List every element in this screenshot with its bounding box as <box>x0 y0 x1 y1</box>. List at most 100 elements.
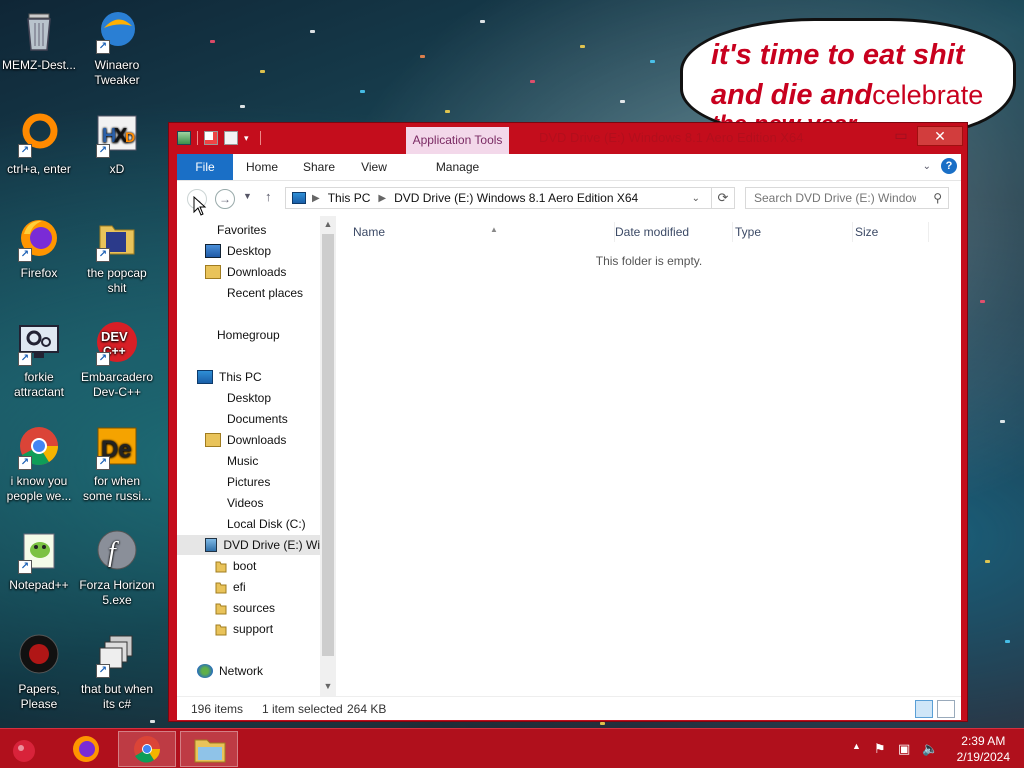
nav-dvd-boot[interactable]: boot <box>215 556 256 576</box>
tab-home[interactable]: Home <box>239 154 285 180</box>
breadcrumb-chevron-icon[interactable]: ▶ <box>378 193 386 204</box>
nav-dvd-sources[interactable]: sources <box>215 598 275 618</box>
desktop-icon-csharp[interactable]: ↗ that but when its c# <box>78 632 156 712</box>
maximize-button[interactable]: ▭ <box>887 126 915 146</box>
address-dropdown-icon[interactable]: ⌄ <box>692 193 700 204</box>
forward-button[interactable]: → <box>215 189 235 209</box>
desktop-icon-de[interactable]: De ↗ for when some russi... <box>78 424 156 504</box>
nav-label: Pictures <box>227 475 271 489</box>
navigation-pane-scrollbar[interactable]: ▲ ▼ <box>320 216 336 696</box>
nav-pc-videos[interactable]: Videos <box>227 493 263 513</box>
breadcrumb-dvd-drive[interactable]: DVD Drive (E:) Windows 8.1 Aero Edition … <box>394 191 638 205</box>
desktop-icon-winaero[interactable]: ↗ Winaero Tweaker <box>78 8 156 88</box>
nav-dvd-efi[interactable]: efi <box>215 577 246 597</box>
network-status-icon[interactable]: ▣ <box>898 741 910 757</box>
desktop-icon-notepadpp[interactable]: ↗ Notepad++ <box>0 528 78 593</box>
de-icon: De ↗ <box>94 424 140 470</box>
properties-icon[interactable] <box>204 131 218 145</box>
taskbar-chrome[interactable] <box>118 731 176 767</box>
nav-fav-recent[interactable]: Recent places <box>227 283 303 303</box>
desktop-icon-ctrl-a[interactable]: ↗ ctrl+a, enter <box>0 112 78 177</box>
nav-this-pc[interactable]: This PC <box>197 367 262 387</box>
column-label: Type <box>735 225 762 239</box>
tab-view[interactable]: View <box>353 154 395 180</box>
monitor-gear-icon: ↗ <box>16 320 62 366</box>
column-header-name[interactable]: Name ▲ <box>353 222 615 242</box>
up-button[interactable]: ↑ <box>265 189 272 204</box>
column-header-type[interactable]: Type <box>735 222 853 242</box>
nav-pc-documents[interactable]: Documents <box>227 409 288 429</box>
close-button[interactable]: ✕ <box>917 126 963 146</box>
nav-homegroup[interactable]: Homegroup <box>217 325 280 345</box>
window-titlebar[interactable]: ▾ Application Tools DVD Drive (E:) Windo… <box>169 123 967 154</box>
nav-label: Favorites <box>217 223 267 237</box>
nav-label: Videos <box>227 496 264 510</box>
search-input[interactable] <box>746 188 916 208</box>
new-folder-icon[interactable] <box>224 131 238 145</box>
nav-pc-music[interactable]: Music <box>227 451 258 471</box>
tab-manage[interactable]: Manage <box>406 154 509 180</box>
nav-pc-downloads[interactable]: Downloads <box>205 430 286 450</box>
desktop-icon-label: for when some russi... <box>82 474 151 503</box>
show-hidden-icons[interactable]: ▲ <box>852 741 861 751</box>
system-clock[interactable]: 2:39 AM 2/19/2024 <box>957 733 1010 765</box>
scroll-up-icon[interactable]: ▲ <box>320 219 336 229</box>
column-header-date-modified[interactable]: Date modified <box>615 222 733 242</box>
nav-fav-desktop[interactable]: Desktop <box>205 241 271 261</box>
breadcrumb-this-pc[interactable]: This PC <box>328 191 371 205</box>
start-button[interactable] <box>0 731 52 767</box>
recent-locations-dropdown[interactable]: ▼ <box>243 191 252 201</box>
tab-share[interactable]: Share <box>297 154 341 180</box>
desktop-icon-popcap[interactable]: ↗ the popcap shit <box>78 216 156 296</box>
desktop-icon-memz[interactable]: MEMZ-Dest... <box>0 8 78 73</box>
nav-label: Desktop <box>227 391 272 405</box>
notepadpp-icon: ↗ <box>16 528 62 574</box>
ring-icon: ↗ <box>16 112 62 158</box>
search-box[interactable]: ⚲ <box>745 187 949 209</box>
nav-pc-desktop[interactable]: Desktop <box>227 388 271 408</box>
nav-pc-pictures[interactable]: Pictures <box>227 472 270 492</box>
folder-check-icon[interactable] <box>177 131 191 145</box>
desktop-icon-label: forkie attractant <box>13 370 65 399</box>
breadcrumb-chevron-icon[interactable]: ▶ <box>312 193 320 204</box>
qat-separator <box>197 131 198 145</box>
refresh-button[interactable]: ⟳ <box>711 187 735 209</box>
help-icon[interactable]: ? <box>941 158 957 174</box>
desktop-icon-chrome-shortcut[interactable]: ↗ i know you people we... <box>0 424 78 504</box>
nav-fav-downloads[interactable]: Downloads <box>205 262 286 282</box>
chevron-down-icon[interactable]: ▾ <box>244 131 254 145</box>
scrollbar-thumb[interactable] <box>322 234 334 656</box>
desktop-icon-firefox[interactable]: ↗ Firefox <box>0 216 78 281</box>
search-icon[interactable]: ⚲ <box>933 191 942 205</box>
taskbar-firefox[interactable] <box>58 731 116 767</box>
shortcut-arrow-icon: ↗ <box>18 144 32 158</box>
scroll-down-icon[interactable]: ▼ <box>320 681 336 691</box>
nav-label: Downloads <box>227 265 287 279</box>
desktop-icon-xd[interactable]: HXD ↗ xD <box>78 112 156 177</box>
expand-ribbon-icon[interactable]: ⌄ <box>923 161 931 172</box>
taskbar-file-explorer[interactable] <box>180 731 238 767</box>
details-view-button[interactable] <box>915 700 933 718</box>
desktop-icon-devcpp[interactable]: DEV C++ ↗ Embarcadero Dev-C++ <box>78 320 156 400</box>
taskbar: ▲ ⚑ ▣ 🔈 2:39 AM 2/19/2024 <box>0 728 1024 768</box>
nav-pc-local-disk[interactable]: Local Disk (C:) <box>227 514 306 534</box>
application-tools-context-tab[interactable]: Application Tools <box>406 127 509 154</box>
tab-file[interactable]: File <box>177 154 233 180</box>
explorer-window[interactable]: ▾ Application Tools DVD Drive (E:) Windo… <box>168 122 968 722</box>
folder-icon <box>215 622 227 636</box>
file-list-pane[interactable]: Name ▲ Date modified Type Size This folde… <box>337 216 961 696</box>
desktop-icon-forza[interactable]: f Forza Horizon 5.exe <box>78 528 156 608</box>
nav-network[interactable]: Network <box>197 661 263 681</box>
nav-dvd-support[interactable]: support <box>215 619 273 639</box>
nav-dvd-drive[interactable]: DVD Drive (E:) Wi <box>177 535 320 555</box>
desktop-icon-papers-please[interactable]: Papers, Please <box>0 632 78 712</box>
volume-muted-icon[interactable]: 🔈 <box>922 741 938 757</box>
nav-label: efi <box>233 580 246 594</box>
column-header-size[interactable]: Size <box>855 222 929 242</box>
large-icons-view-button[interactable] <box>937 700 955 718</box>
shortcut-arrow-icon: ↗ <box>18 248 32 262</box>
address-bar[interactable]: ▶ This PC ▶ DVD Drive (E:) Windows 8.1 A… <box>285 187 735 209</box>
desktop-icon-forkie[interactable]: ↗ forkie attractant <box>0 320 78 400</box>
action-center-flag-icon[interactable]: ⚑ <box>874 741 886 757</box>
nav-favorites[interactable]: Favorites <box>217 220 266 240</box>
